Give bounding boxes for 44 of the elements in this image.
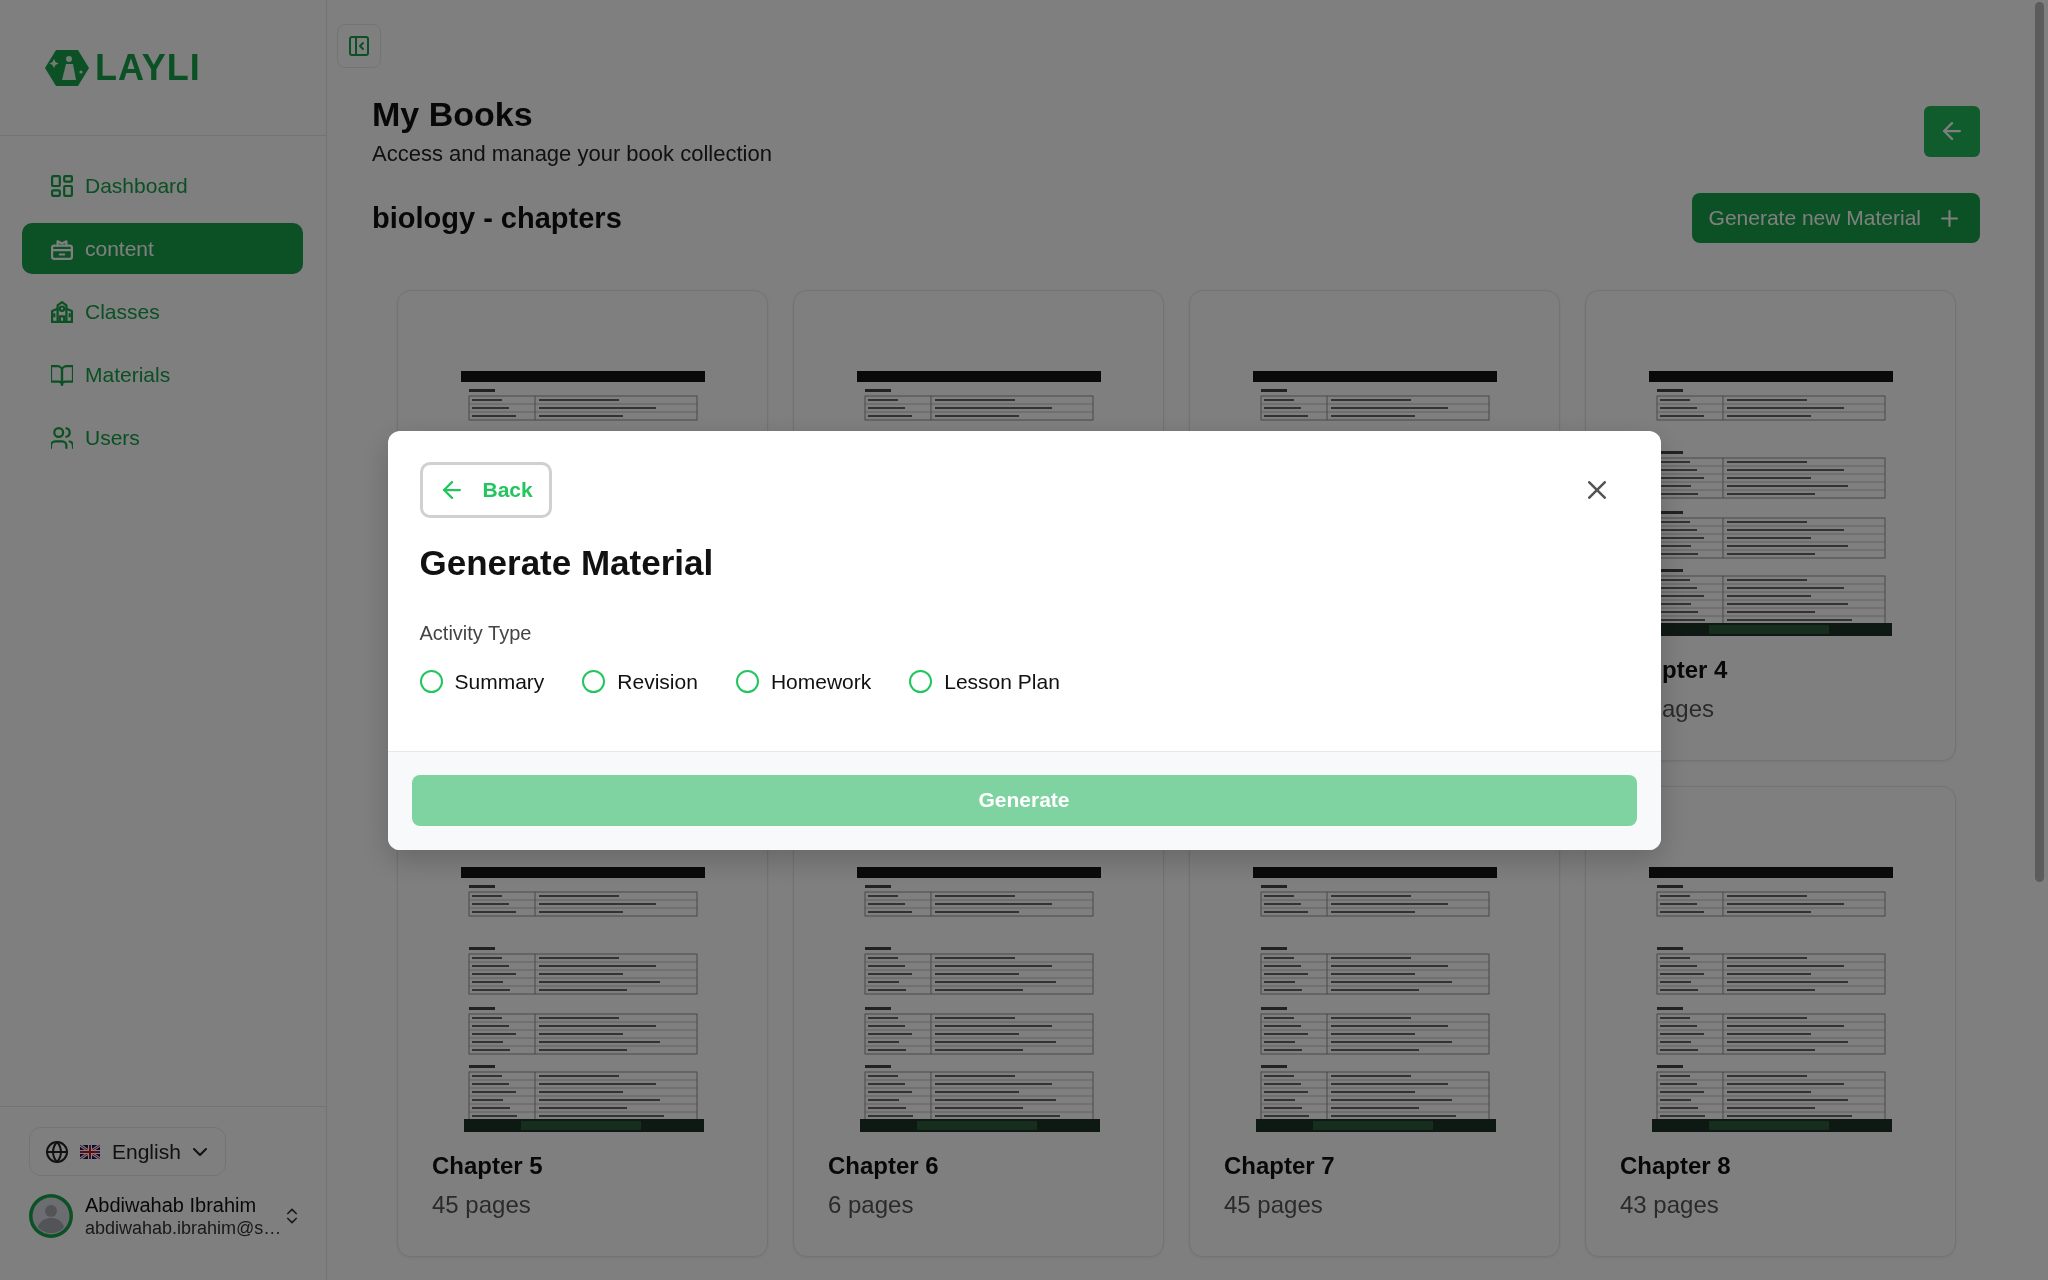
back-arrow-button[interactable] (1924, 105, 1980, 157)
users-icon (51, 426, 73, 449)
book-card[interactable]: Chapter 8 43 pages (1585, 786, 1956, 1257)
school-icon (51, 300, 73, 323)
panel-left-icon (349, 36, 369, 56)
page-title: My Books (372, 94, 534, 134)
dashboard-grid-icon (51, 174, 73, 197)
logo-text: LAYLI (95, 47, 201, 88)
page-count: 6 pages (828, 1190, 914, 1220)
radio-label[interactable]: Revision (617, 668, 698, 695)
chevron-up-down-icon[interactable] (287, 1208, 297, 1224)
box-icon (51, 237, 73, 260)
section-title: biology - chapters (372, 201, 622, 235)
page-count: ages (1662, 694, 1715, 724)
book-title: pter 4 (1662, 655, 1728, 685)
chevron-down-icon (192, 1147, 207, 1156)
radio-button[interactable] (419, 670, 443, 693)
user-name: Abdiwahab Ibrahim (85, 1193, 258, 1217)
book-title: Chapter 5 (432, 1151, 543, 1181)
book-title: Chapter 8 (1620, 1151, 1731, 1181)
language-select[interactable]: English (29, 1127, 226, 1176)
field-label: Activity Type (419, 620, 533, 645)
hexagon-logo-icon (45, 49, 89, 86)
globe-icon (46, 1140, 68, 1163)
scrollbar-thumb[interactable] (2035, 2, 2044, 882)
book-title: Chapter 7 (1224, 1151, 1335, 1181)
book-title: Chapter 6 (828, 1151, 939, 1181)
page-count: 45 pages (432, 1190, 531, 1220)
radio-label[interactable]: Homework (770, 668, 872, 695)
open-book-icon (51, 363, 73, 386)
page-count: 43 pages (1620, 1190, 1719, 1220)
page-count: 45 pages (1224, 1190, 1323, 1220)
sidebar-toggle-button[interactable] (337, 24, 381, 68)
radio-button[interactable] (909, 670, 933, 693)
flag-icon (80, 1144, 100, 1159)
radio-label[interactable]: Summary (454, 668, 545, 695)
close-icon[interactable] (1587, 480, 1606, 499)
dialog-title: Generate Material (419, 541, 715, 584)
page-subtitle: Access and manage your book collection (372, 140, 772, 168)
radio-label[interactable]: Lesson Plan (944, 668, 1060, 695)
radio-button[interactable] (582, 670, 606, 693)
avatar-icon (29, 1194, 73, 1238)
plus-icon (1941, 209, 1958, 227)
radio-button[interactable] (735, 670, 759, 693)
